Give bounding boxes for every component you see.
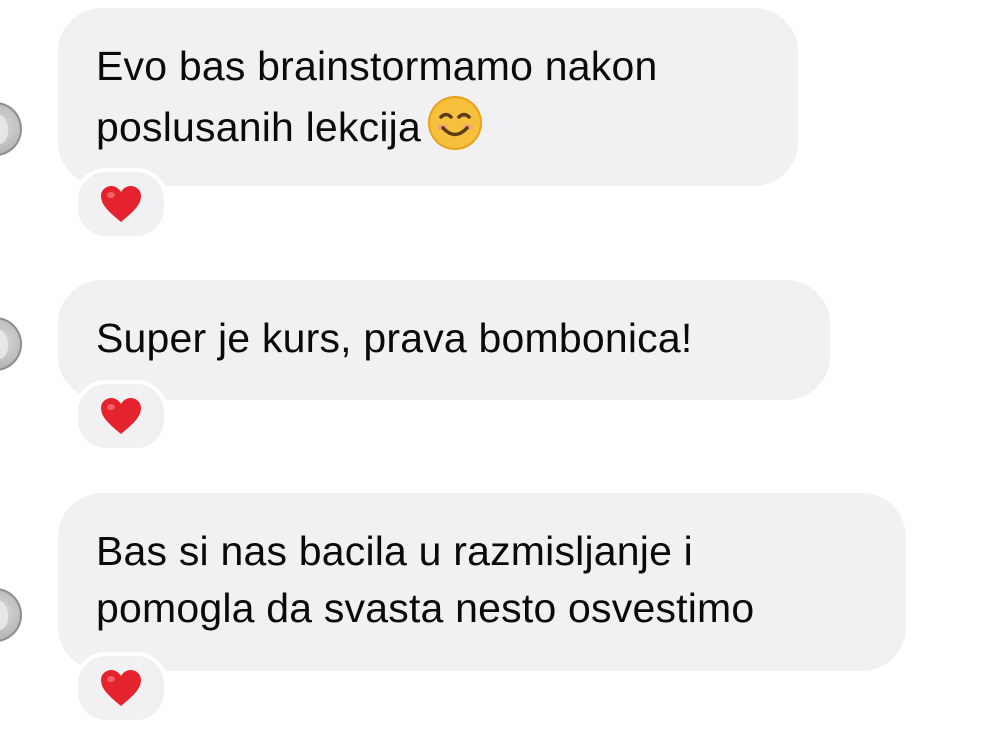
red-heart-icon [99, 396, 143, 436]
message-text-content: Evo bas brainstormamo nakon poslusanih l… [96, 43, 658, 150]
message-text: Bas si nas bacila u razmisljanje i pomog… [96, 528, 755, 631]
message-text: Super je kurs, prava bombonica! [96, 315, 693, 361]
reaction-badge[interactable] [74, 168, 168, 240]
sender-avatar[interactable] [0, 317, 22, 371]
message-bubble[interactable]: Super je kurs, prava bombonica! [58, 280, 830, 400]
reaction-badge[interactable] [74, 380, 168, 452]
reaction-badge[interactable] [74, 652, 168, 724]
red-heart-icon [99, 668, 143, 708]
chat-thread: Evo bas brainstormamo nakon poslusanih l… [0, 0, 1001, 749]
message-text: Evo bas brainstormamo nakon poslusanih l… [96, 38, 760, 156]
smiling-face-emoji-icon [427, 95, 483, 151]
red-heart-icon [99, 184, 143, 224]
message-bubble[interactable]: Bas si nas bacila u razmisljanje i pomog… [58, 493, 906, 671]
sender-avatar[interactable] [0, 588, 22, 642]
sender-avatar[interactable] [0, 102, 22, 156]
message-bubble[interactable]: Evo bas brainstormamo nakon poslusanih l… [58, 8, 798, 186]
